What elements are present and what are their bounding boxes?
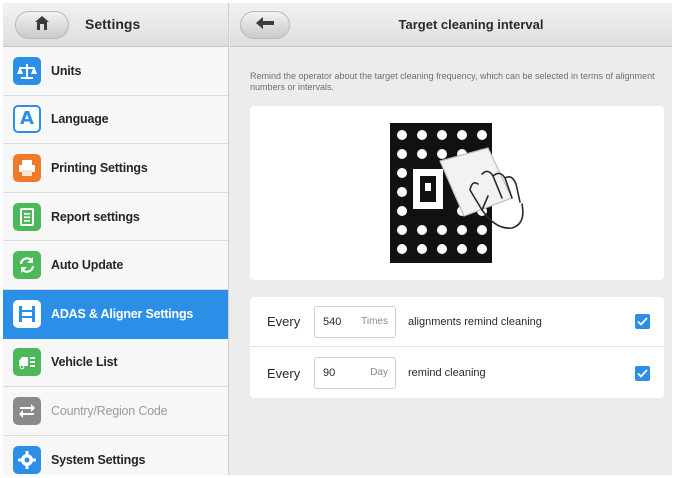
sidebar-item-language[interactable]: A Language (3, 95, 228, 145)
sidebar-item-label: Country/Region Code (51, 403, 168, 418)
target-dot (477, 130, 487, 140)
alignment-count-input[interactable]: 540 Times (314, 305, 396, 338)
row-description: remind cleaning (408, 367, 486, 379)
checkmark-icon (637, 368, 648, 378)
target-board-icon (390, 123, 524, 263)
sidebar-item-label: Units (51, 63, 82, 78)
sidebar-item-units[interactable]: Units (3, 47, 228, 96)
target-dot (397, 244, 407, 254)
every-label: Every (267, 314, 301, 329)
target-dot (457, 244, 467, 254)
checkmark-icon (637, 317, 648, 326)
vehicle-list-icon (13, 348, 41, 377)
sidebar-item-report-settings[interactable]: Report settings (3, 192, 228, 242)
aligner-icon (13, 299, 41, 328)
target-dot (397, 225, 407, 235)
sidebar-item-country-region-code[interactable]: Country/Region Code (3, 387, 228, 436)
target-dot (397, 149, 407, 159)
description-text: Remind the operator about the target cle… (250, 71, 655, 92)
sidebar-header: Settings (3, 3, 228, 47)
scale-icon (13, 56, 41, 85)
cleaning-interval-settings: Every 540 Times alignments remind cleani… (250, 297, 664, 398)
row-description: alignments remind cleaning (408, 315, 542, 328)
sidebar-item-label: Auto Update (51, 258, 124, 273)
target-dot (477, 225, 487, 235)
target-dot (397, 130, 407, 140)
target-dot (437, 225, 447, 235)
sidebar-item-adas-aligner-settings[interactable]: ADAS & Aligner Settings (3, 289, 228, 339)
sidebar-title: Settings (85, 16, 141, 32)
input-unit: Times (361, 315, 388, 327)
report-icon (13, 202, 41, 231)
target-dot (417, 149, 427, 159)
target-dot (437, 149, 447, 159)
times-interval-row: Every 540 Times alignments remind cleani… (250, 297, 664, 347)
sidebar-item-auto-update[interactable]: Auto Update (3, 241, 228, 290)
sidebar-item-vehicle-list[interactable]: Vehicle List (3, 338, 228, 388)
home-button[interactable] (15, 11, 69, 39)
target-dot (477, 244, 487, 254)
target-dot (397, 187, 407, 197)
input-value: 540 (323, 315, 342, 328)
sidebar-item-label: ADAS & Aligner Settings (51, 306, 194, 321)
gear-icon (13, 445, 41, 474)
day-reminder-checkbox[interactable] (635, 365, 650, 381)
app-window: Settings Units A Language Printing Setti… (3, 3, 672, 475)
letter-a-icon: A (13, 105, 41, 134)
sidebar-item-label: System Settings (51, 452, 146, 467)
target-dot (417, 244, 427, 254)
sidebar-item-label: Printing Settings (51, 160, 148, 175)
target-dot (437, 130, 447, 140)
every-label: Every (267, 365, 301, 381)
target-dot (457, 130, 467, 140)
target-dot (437, 244, 447, 254)
swap-arrows-icon (13, 396, 41, 425)
printer-icon (13, 153, 41, 182)
home-icon (34, 15, 50, 36)
day-count-input[interactable]: 90 Day (314, 357, 396, 389)
sidebar: Settings Units A Language Printing Setti… (3, 3, 229, 475)
days-interval-row: Every 90 Day remind cleaning (250, 348, 664, 398)
sidebar-item-label: Vehicle List (51, 355, 118, 370)
main-panel: Target cleaning interval Remind the oper… (230, 3, 672, 475)
sidebar-item-label: Report settings (51, 209, 140, 224)
alignment-reminder-checkbox[interactable] (635, 314, 650, 329)
refresh-icon (13, 251, 41, 280)
sidebar-item-label: Language (51, 112, 109, 127)
target-dot (397, 168, 407, 178)
target-dot (457, 225, 467, 235)
input-unit: Day (370, 367, 388, 378)
target-cleaning-illustration (250, 106, 664, 280)
page-title: Target cleaning interval (398, 17, 544, 32)
main-header: Target cleaning interval (230, 3, 672, 47)
target-dot (417, 130, 427, 140)
sidebar-item-printing-settings[interactable]: Printing Settings (3, 144, 228, 193)
target-dot (397, 206, 407, 216)
target-dot (417, 225, 427, 235)
sidebar-item-system-settings[interactable]: System Settings (3, 435, 228, 475)
input-value: 90 (323, 367, 336, 379)
settings-menu: Units A Language Printing Settings Repor… (3, 47, 228, 475)
